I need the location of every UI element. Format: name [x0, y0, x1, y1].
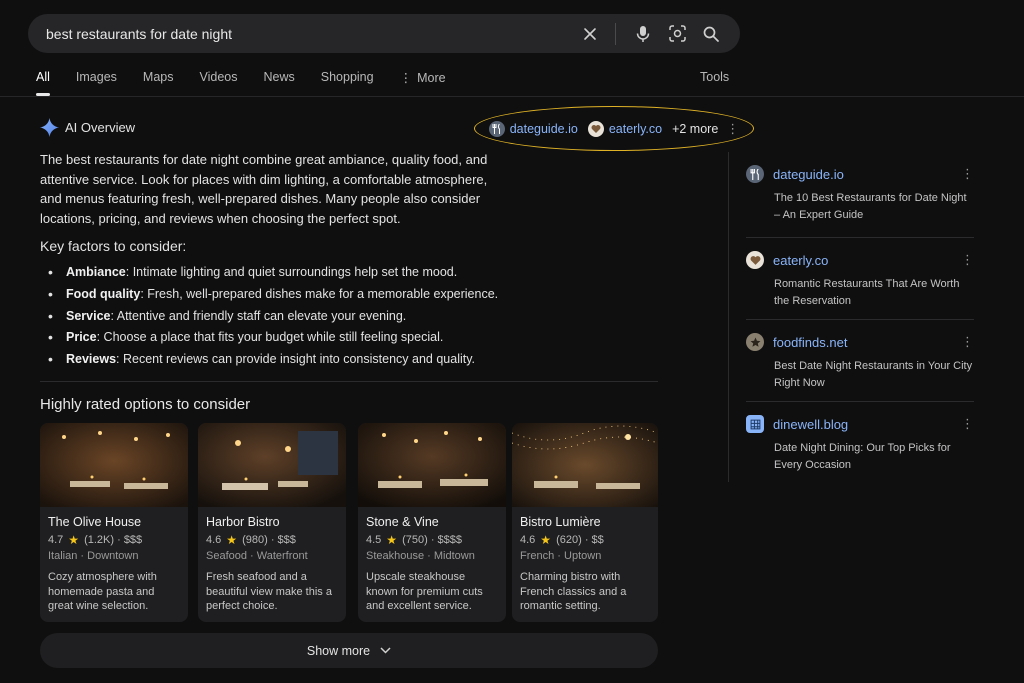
restaurant-category: French · Uptown: [520, 550, 602, 562]
show-more-label: Show more: [306, 643, 371, 658]
list-item: • Price: Choose a place that fits your bu…: [48, 329, 444, 346]
source-chip-label: eaterly.co: [608, 121, 663, 136]
restaurant-description: Upscale steakhouse known for premium cut…: [366, 571, 483, 612]
restaurant-rating: 4.6 ★ (620) · $$: [520, 533, 604, 547]
options-heading: Highly rated options to consider: [40, 396, 251, 413]
source-domain[interactable]: eaterly.co: [773, 253, 961, 268]
source-divider: [746, 237, 974, 238]
ai-overview-title: AI Overview: [65, 120, 136, 135]
restaurant-card[interactable]: The Olive House 4.7 ★ (1.2K) · $$$ Italian…: [40, 423, 188, 622]
more-sources-button[interactable]: +2 more: [672, 122, 718, 136]
search-tabs: All Images Maps Videos News Shopping ⋮ Mo…: [36, 60, 736, 96]
restaurant-card[interactable]: Bistro Lumière 4.6 ★ (620) · $$ French · U…: [512, 423, 658, 622]
tab-news[interactable]: News: [263, 60, 294, 96]
section-divider: [40, 381, 658, 382]
tab-more[interactable]: ⋮ More: [400, 60, 446, 96]
key-factors-heading: Key factors to consider:: [40, 238, 187, 254]
restaurant-photo: [358, 423, 506, 507]
tab-shopping[interactable]: Shopping: [321, 60, 374, 96]
star-icon: ★: [226, 533, 238, 547]
source-chip-dateguide[interactable]: dateguide.io: [488, 120, 578, 137]
restaurant-rating: 4.7 ★ (1.2K) · $$$: [48, 533, 143, 547]
more-vert-icon[interactable]: ⋮: [961, 334, 974, 350]
source-domain[interactable]: foodfinds.net: [773, 335, 961, 350]
tab-more-label: More: [417, 71, 446, 85]
microphone-icon[interactable]: [630, 21, 656, 47]
list-item: • Ambiance: Intimate lighting and quiet s…: [48, 264, 458, 280]
restaurant-name: Bistro Lumière: [520, 515, 601, 529]
restaurant-card[interactable]: Stone & Vine 4.5 ★ (750) · $$$$ Steakhouse…: [358, 423, 506, 622]
restaurant-category: Italian · Downtown: [48, 550, 139, 562]
source-card-eaterly[interactable]: eaterly.co ⋮ Romantic Restaurants That A…: [746, 251, 974, 310]
tools-button[interactable]: Tools: [700, 70, 729, 84]
sparkle-icon: [40, 118, 59, 137]
source-chip-eaterly[interactable]: eaterly.co: [587, 120, 663, 137]
show-more-button[interactable]: Show more: [40, 633, 658, 668]
restaurant-rating: 4.6 ★ (980) · $$$: [206, 533, 296, 547]
source-card-dateguide[interactable]: dateguide.io ⋮ The 10 Best Restaurants f…: [746, 165, 974, 224]
source-title[interactable]: Best Date Night Restaurants in Your City…: [774, 358, 974, 392]
restaurant-photo: [512, 423, 658, 507]
more-vert-icon[interactable]: ⋮: [961, 166, 974, 182]
list-item: • Food quality: Fresh, well-prepared dish…: [48, 285, 499, 302]
search-input[interactable]: best restaurants for date night: [46, 26, 569, 42]
restaurant-category: Steakhouse · Midtown: [366, 550, 475, 562]
star-icon: ★: [386, 533, 398, 547]
restaurant-photo: [40, 423, 188, 507]
search-icon[interactable]: [698, 21, 724, 47]
heart-icon: [746, 251, 764, 269]
key-factors-list: • Ambiance: Intimate lighting and quiet s…: [48, 262, 518, 371]
restaurant-name: The Olive House: [48, 515, 142, 529]
heart-icon: [587, 120, 604, 137]
clear-icon[interactable]: [577, 21, 603, 47]
more-vert-icon[interactable]: ⋮: [726, 121, 739, 137]
restaurant-name: Stone & Vine: [366, 515, 439, 529]
ai-overview-header: AI Overview: [40, 118, 135, 137]
camera-lens-icon[interactable]: [664, 21, 690, 47]
star-icon: ★: [68, 533, 80, 547]
restaurant-category: Seafood · Waterfront: [206, 550, 308, 562]
source-card-foodfinds[interactable]: foodfinds.net ⋮ Best Date Night Restaura…: [746, 333, 974, 392]
more-vert-icon[interactable]: ⋮: [961, 416, 974, 432]
source-title[interactable]: The 10 Best Restaurants for Date Night –…: [774, 190, 974, 224]
fork-knife-icon: [488, 120, 505, 137]
source-title[interactable]: Date Night Dining: Our Top Picks for Eve…: [774, 440, 974, 474]
source-divider: [746, 319, 974, 320]
restaurant-description: Cozy atmosphere with homemade pasta and …: [48, 571, 157, 612]
restaurant-name: Harbor Bistro: [206, 515, 280, 529]
ai-sources-chips: dateguide.io eaterly.co +2 more ⋮: [474, 106, 754, 151]
list-item: • Service: Attentive and friendly staff c…: [48, 307, 407, 324]
restaurant-cards: The Olive House 4.7 ★ (1.2K) · $$$ Italian…: [40, 423, 658, 622]
grid-icon: [746, 415, 764, 433]
restaurant-photo: [198, 423, 346, 507]
source-card-dinewell[interactable]: dinewell.blog ⋮ Date Night Dining: Our T…: [746, 415, 974, 474]
source-divider: [746, 401, 974, 402]
more-vert-icon[interactable]: ⋮: [961, 252, 974, 268]
restaurant-description: Fresh seafood and a beautiful view make …: [206, 571, 332, 612]
search-divider: [615, 22, 616, 45]
restaurant-description: Charming bistro with French classics and…: [520, 571, 627, 612]
source-domain[interactable]: dateguide.io: [773, 167, 961, 182]
ai-overview-summary: The best restaurants for date night comb…: [40, 152, 488, 226]
source-chip-label: dateguide.io: [509, 121, 578, 136]
sources-panel-divider: [728, 152, 729, 482]
source-domain[interactable]: dinewell.blog: [773, 417, 961, 432]
search-bar[interactable]: best restaurants for date night: [28, 14, 740, 53]
tab-images[interactable]: Images: [76, 60, 117, 96]
more-vert-icon: ⋮: [399, 71, 413, 85]
star-icon: [746, 333, 764, 351]
tab-all[interactable]: All: [36, 60, 50, 96]
tab-videos[interactable]: Videos: [199, 60, 237, 96]
star-icon: ★: [540, 533, 552, 547]
source-title[interactable]: Romantic Restaurants That Are Worth the …: [774, 276, 974, 310]
tabs-divider: [0, 96, 1024, 97]
tab-maps[interactable]: Maps: [143, 60, 174, 96]
restaurant-card[interactable]: Harbor Bistro 4.6 ★ (980) · $$$ Seafood · …: [198, 423, 346, 622]
fork-knife-icon: [746, 165, 764, 183]
restaurant-rating: 4.5 ★ (750) · $$$$: [366, 533, 463, 547]
list-item: • Reviews: Recent reviews can provide ins…: [48, 351, 476, 368]
chevron-down-icon: [380, 647, 391, 654]
